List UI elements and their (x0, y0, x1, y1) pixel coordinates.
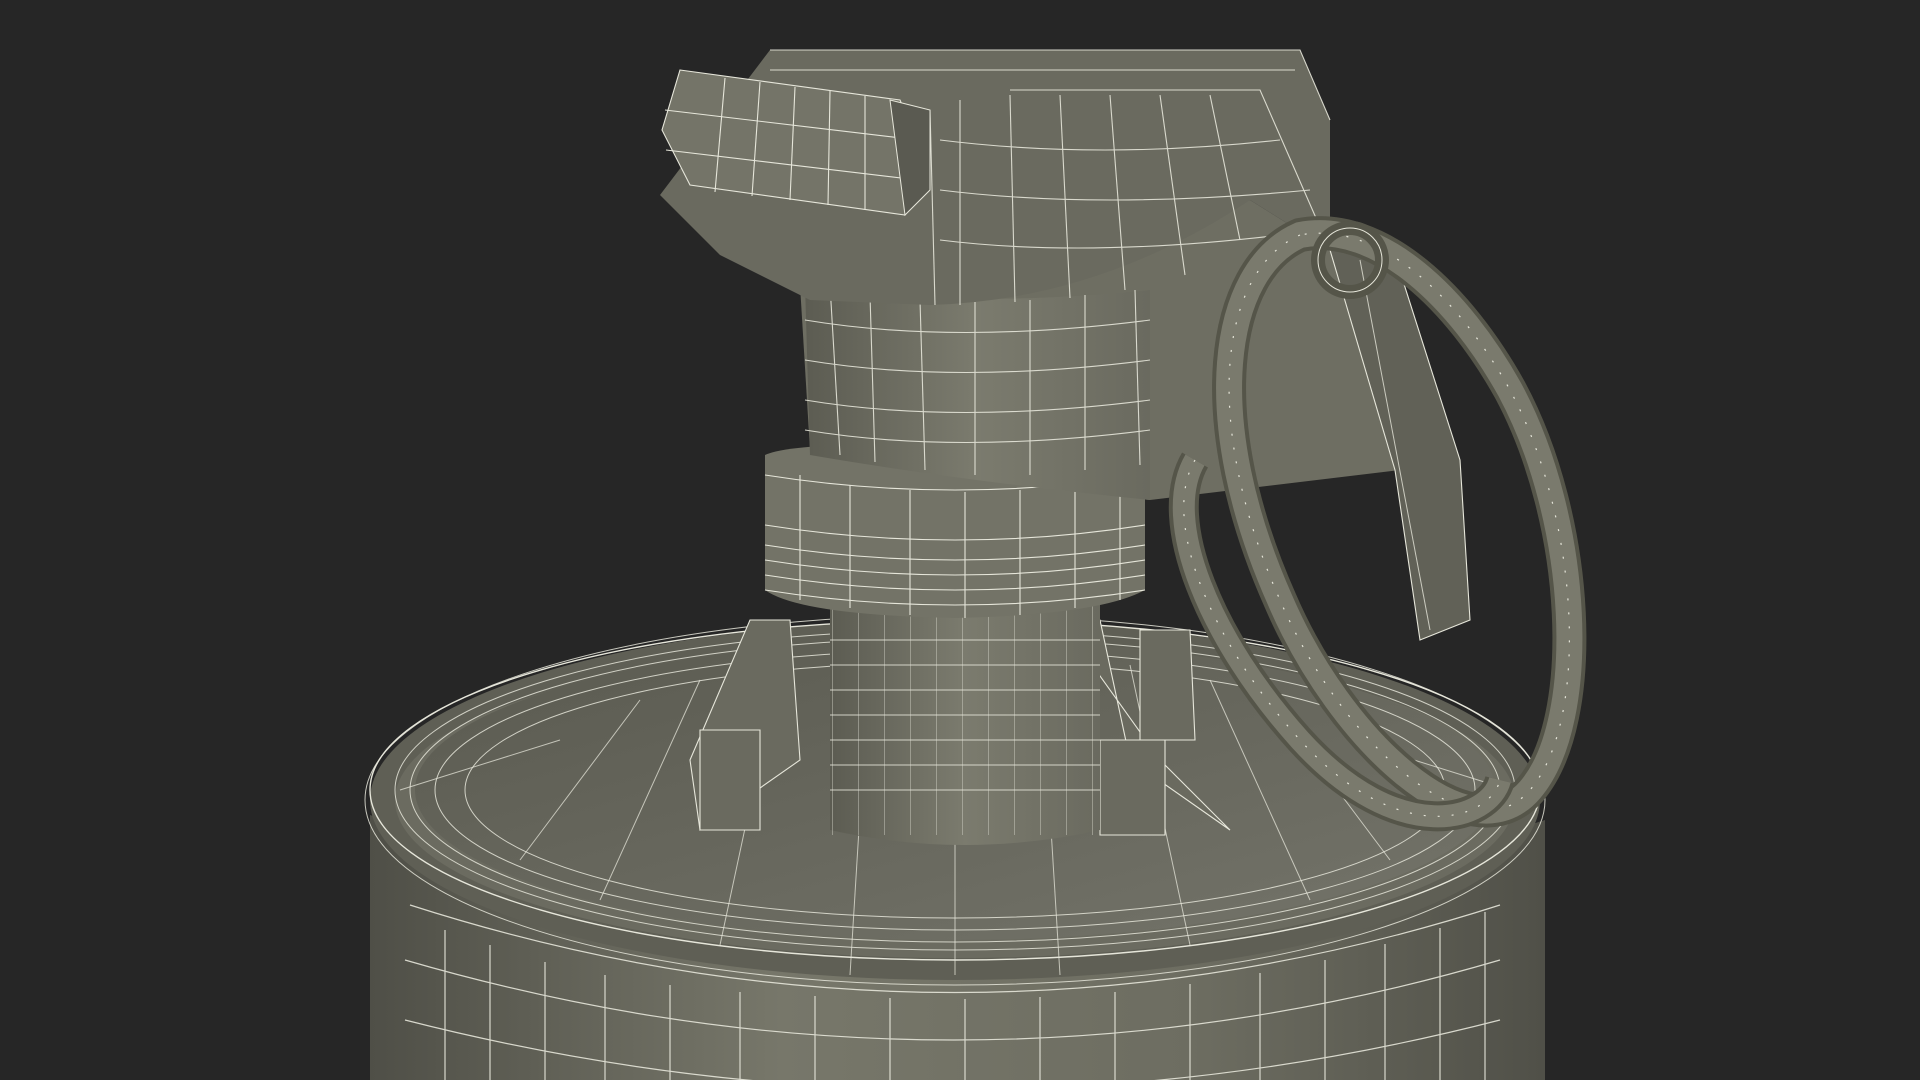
central-column (830, 590, 1100, 845)
render-viewport (0, 0, 1920, 1080)
grenade-wireframe-render (364, 49, 1587, 1080)
